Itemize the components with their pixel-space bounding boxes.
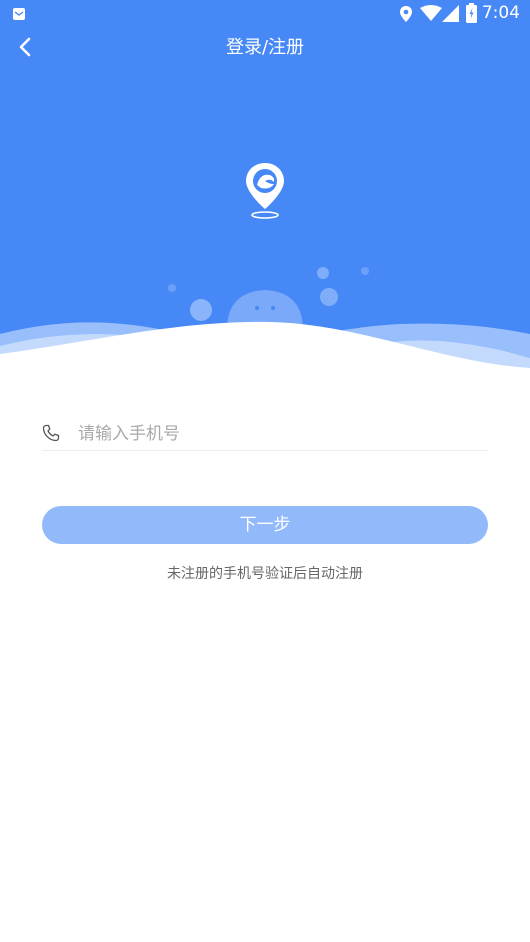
hero-banner: 7:04 登录/注册 xyxy=(0,0,530,372)
phone-input[interactable] xyxy=(76,418,480,450)
location-icon xyxy=(400,6,412,22)
decorative-wave xyxy=(0,267,530,372)
battery-icon xyxy=(466,3,477,23)
status-bar: 7:04 xyxy=(0,0,530,28)
phone-icon xyxy=(42,424,60,442)
auto-register-hint: 未注册的手机号验证后自动注册 xyxy=(167,566,363,582)
next-step-button[interactable]: 下一步 xyxy=(42,506,488,544)
wifi-icon xyxy=(420,5,442,21)
phone-input-row xyxy=(42,418,488,451)
mail-icon xyxy=(13,8,25,20)
page-title: 登录/注册 xyxy=(225,37,305,58)
map-pin-logo-icon xyxy=(246,163,284,219)
status-time: 7:04 xyxy=(481,3,520,23)
signal-icon xyxy=(442,5,459,22)
